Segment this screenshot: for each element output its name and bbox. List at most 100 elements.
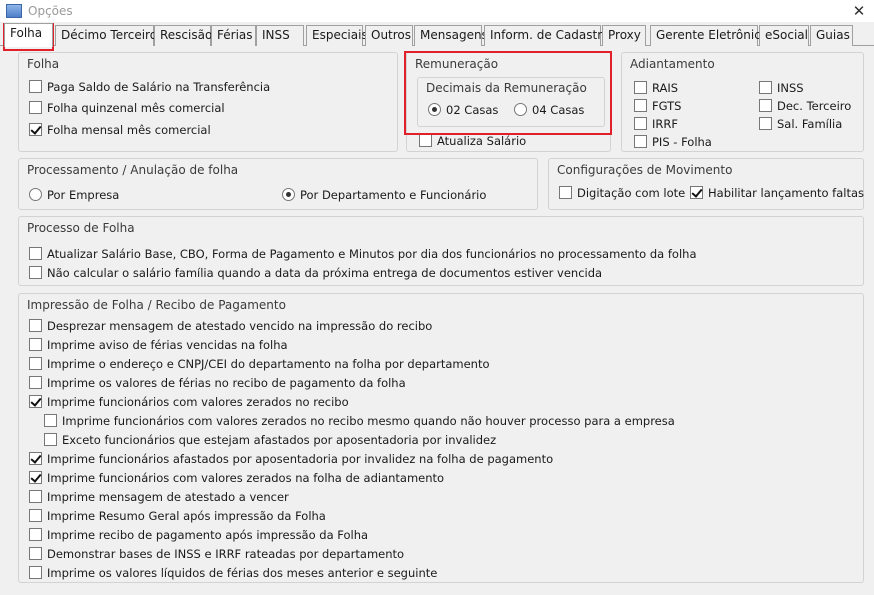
por-departamento-radio[interactable]: Por Departamento e Funcionário bbox=[282, 188, 486, 202]
atualiza-salario-label: Atualiza Salário bbox=[437, 134, 527, 148]
processamento-group: Processamento / Anulação de folha Por Em… bbox=[18, 158, 538, 210]
digitacao-lote-label: Digitação com lote bbox=[577, 186, 686, 200]
impressao-item[interactable]: Demonstrar bases de INSS e IRRF rateadas… bbox=[29, 547, 404, 561]
tab-especiais[interactable]: Especiais bbox=[306, 25, 368, 46]
atualiza-salario-checkbox[interactable]: Atualiza Salário bbox=[419, 134, 526, 148]
tab-folha[interactable]: Folha bbox=[4, 23, 53, 47]
paga-saldo-label: Paga Saldo de Salário na Transferência bbox=[47, 80, 271, 94]
adiantamento-group: Adiantamento RAIS FGTS IRRF PIS - Folha … bbox=[621, 52, 864, 152]
impressao-item[interactable]: Imprime os valores líquidos de férias do… bbox=[29, 566, 437, 580]
impressao-item-label: Demonstrar bases de INSS e IRRF rateadas… bbox=[47, 547, 405, 561]
habilitar-faltas-label: Habilitar lançamento faltas bbox=[708, 186, 865, 200]
impressao-item-label: Imprime aviso de férias vencidas na folh… bbox=[47, 338, 288, 352]
adiant-sal-familia-label: Sal. Família bbox=[777, 117, 843, 131]
impressao-group: Impressão de Folha / Recibo de Pagamento… bbox=[18, 293, 864, 583]
folha-tab-panel: Folha Paga Saldo de Salário na Transferê… bbox=[0, 46, 874, 595]
habilitar-faltas-checkbox[interactable]: Habilitar lançamento faltas bbox=[690, 186, 864, 200]
app-icon bbox=[6, 4, 22, 18]
impressao-item-label: Exceto funcionários que estejam afastado… bbox=[62, 433, 497, 447]
close-button[interactable]: ✕ bbox=[848, 1, 870, 21]
paga-saldo-checkbox[interactable]: Paga Saldo de Salário na Transferência bbox=[29, 80, 270, 94]
impressao-item-label: Imprime mensagem de atestado a vencer bbox=[47, 490, 289, 504]
atualizar-salario-base-checkbox[interactable]: Atualizar Salário Base, CBO, Forma de Pa… bbox=[29, 247, 697, 261]
impressao-item-label: Imprime funcionários com valores zerados… bbox=[62, 414, 675, 428]
impressao-item-label: Imprime recibo de pagamento após impress… bbox=[47, 528, 369, 542]
remuneracao-group: Remuneração Decimais da Remuneração 02 C… bbox=[406, 52, 611, 152]
adiant-rais-label: RAIS bbox=[652, 81, 679, 95]
impressao-item[interactable]: Imprime mensagem de atestado a vencer bbox=[29, 490, 289, 504]
adiant-pis-checkbox[interactable]: PIS - Folha bbox=[634, 135, 712, 149]
folha-group: Folha Paga Saldo de Salário na Transferê… bbox=[18, 52, 398, 152]
nao-calcular-familia-label: Não calcular o salário família quando a … bbox=[47, 266, 603, 280]
movimento-group: Configurações de Movimento Digitação com… bbox=[548, 158, 864, 210]
adiant-pis-label: PIS - Folha bbox=[652, 135, 712, 149]
impressao-item-label: Imprime funcionários afastados por apose… bbox=[47, 452, 554, 466]
tab-gerente-eletronico[interactable]: Gerente Eletrônico bbox=[650, 25, 768, 46]
impressao-item[interactable]: Exceto funcionários que estejam afastado… bbox=[44, 433, 496, 447]
decimais-04-radio[interactable]: 04 Casas bbox=[514, 103, 584, 117]
impressao-item[interactable]: Imprime recibo de pagamento após impress… bbox=[29, 528, 368, 542]
processo-group-title: Processo de Folha bbox=[27, 221, 135, 235]
tab-mensagens[interactable]: Mensagens bbox=[414, 25, 488, 46]
impressao-item[interactable]: Imprime funcionários com valores zerados… bbox=[29, 471, 444, 485]
impressao-item-label: Imprime os valores líquidos de férias do… bbox=[47, 566, 438, 580]
tab-decimo-terceiro[interactable]: Décimo Terceiro bbox=[55, 25, 157, 46]
impressao-item-label: Imprime os valores de férias no recibo d… bbox=[47, 376, 406, 390]
processo-group: Processo de Folha Atualizar Salário Base… bbox=[18, 216, 864, 286]
tab-inss[interactable]: INSS bbox=[256, 25, 304, 46]
adiant-rais-checkbox[interactable]: RAIS bbox=[634, 81, 678, 95]
tab-esocial[interactable]: eSocial bbox=[759, 25, 809, 46]
por-empresa-label: Por Empresa bbox=[47, 188, 120, 202]
impressao-item[interactable]: Imprime o endereço e CNPJ/CEI do departa… bbox=[29, 357, 490, 371]
tab-outros[interactable]: Outros bbox=[365, 25, 413, 46]
window-title: Opções bbox=[28, 4, 73, 18]
impressao-item[interactable]: Imprime aviso de férias vencidas na folh… bbox=[29, 338, 288, 352]
tab-ferias[interactable]: Férias bbox=[211, 25, 256, 46]
tab-rescisao[interactable]: Rescisão bbox=[154, 25, 212, 46]
processamento-group-title: Processamento / Anulação de folha bbox=[27, 163, 239, 177]
impressao-item[interactable]: Imprime funcionários afastados por apose… bbox=[29, 452, 553, 466]
adiant-dec-terceiro-checkbox[interactable]: Dec. Terceiro bbox=[759, 99, 851, 113]
adiant-sal-familia-checkbox[interactable]: Sal. Família bbox=[759, 117, 842, 131]
adiant-inss-checkbox[interactable]: INSS bbox=[759, 81, 804, 95]
remuneracao-group-title: Remuneração bbox=[415, 57, 499, 71]
folha-mensal-label: Folha mensal mês comercial bbox=[47, 123, 211, 137]
tab-inform-cadastro[interactable]: Inform. de Cadastro bbox=[484, 25, 609, 46]
impressao-item[interactable]: Imprime os valores de férias no recibo d… bbox=[29, 376, 406, 390]
tab-guias[interactable]: Guias bbox=[810, 25, 853, 46]
adiant-fgts-checkbox[interactable]: FGTS bbox=[634, 99, 681, 113]
atualizar-salario-base-label: Atualizar Salário Base, CBO, Forma de Pa… bbox=[47, 247, 697, 261]
decimais-02-label: 02 Casas bbox=[446, 103, 499, 117]
impressao-item-label: Imprime o endereço e CNPJ/CEI do departa… bbox=[47, 357, 490, 371]
folha-mensal-checkbox[interactable]: Folha mensal mês comercial bbox=[29, 123, 211, 137]
adiant-irrf-checkbox[interactable]: IRRF bbox=[634, 117, 678, 131]
impressao-item[interactable]: Imprime funcionários com valores zerados… bbox=[29, 395, 349, 409]
adiant-dec-terceiro-label: Dec. Terceiro bbox=[777, 99, 852, 113]
folha-quinzenal-label: Folha quinzenal mês comercial bbox=[47, 101, 225, 115]
digitacao-lote-checkbox[interactable]: Digitação com lote bbox=[559, 186, 685, 200]
decimais-group-title: Decimais da Remuneração bbox=[426, 81, 587, 95]
tab-strip: Folha Décimo Terceiro Rescisão Férias IN… bbox=[0, 23, 874, 47]
impressao-item[interactable]: Imprime funcionários com valores zerados… bbox=[44, 414, 675, 428]
decimais-group: Decimais da Remuneração 02 Casas 04 Casa… bbox=[417, 77, 605, 127]
adiant-irrf-label: IRRF bbox=[652, 117, 678, 131]
folha-group-title: Folha bbox=[27, 57, 60, 71]
por-departamento-label: Por Departamento e Funcionário bbox=[300, 188, 487, 202]
decimais-04-label: 04 Casas bbox=[532, 103, 585, 117]
title-bar: Opções ✕ bbox=[0, 0, 874, 22]
movimento-group-title: Configurações de Movimento bbox=[557, 163, 733, 177]
impressao-item-label: Imprime funcionários com valores zerados… bbox=[47, 395, 349, 409]
impressao-group-title: Impressão de Folha / Recibo de Pagamento bbox=[27, 298, 286, 312]
tab-proxy[interactable]: Proxy bbox=[602, 25, 646, 46]
decimais-02-radio[interactable]: 02 Casas bbox=[428, 103, 498, 117]
nao-calcular-familia-checkbox[interactable]: Não calcular o salário família quando a … bbox=[29, 266, 602, 280]
por-empresa-radio[interactable]: Por Empresa bbox=[29, 188, 119, 202]
impressao-item-label: Imprime funcionários com valores zerados… bbox=[47, 471, 445, 485]
folha-quinzenal-checkbox[interactable]: Folha quinzenal mês comercial bbox=[29, 101, 225, 115]
impressao-item-label: Imprime Resumo Geral após impressão da F… bbox=[47, 509, 326, 523]
adiant-fgts-label: FGTS bbox=[652, 99, 682, 113]
impressao-item[interactable]: Imprime Resumo Geral após impressão da F… bbox=[29, 509, 326, 523]
impressao-item[interactable]: Desprezar mensagem de atestado vencido n… bbox=[29, 319, 432, 333]
impressao-item-label: Desprezar mensagem de atestado vencido n… bbox=[47, 319, 433, 333]
adiantamento-group-title: Adiantamento bbox=[630, 57, 715, 71]
